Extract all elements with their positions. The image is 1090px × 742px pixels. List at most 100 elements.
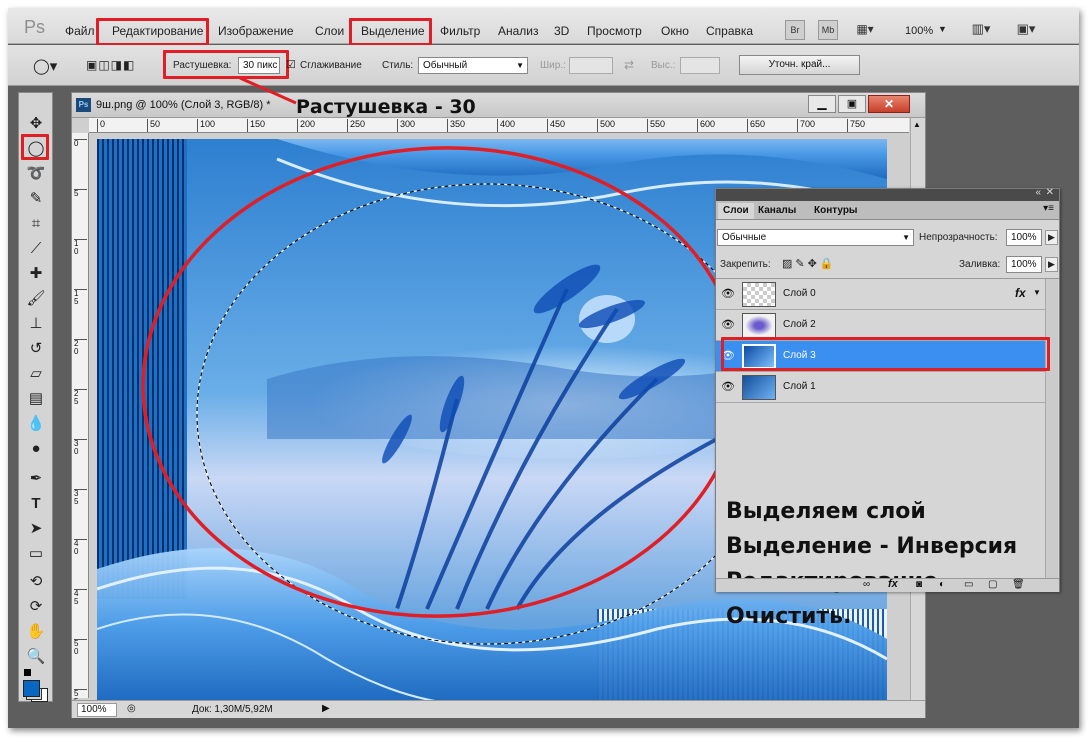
menu-image[interactable]: Изображение xyxy=(218,24,294,38)
fill-label: Заливка: xyxy=(959,259,1001,270)
status-doc-size: Док: 1,30M/5,92M xyxy=(192,704,273,715)
history-brush-tool-icon[interactable]: ↺ xyxy=(25,338,47,360)
gradient-tool-icon[interactable]: ▤ xyxy=(25,388,47,410)
new-layer-icon[interactable]: ▢ xyxy=(988,579,997,590)
path-selection-tool-icon[interactable]: ➤ xyxy=(25,518,47,540)
pen-tool-icon[interactable]: ✒ xyxy=(25,468,47,490)
photoshop-window: Ps Файл Редактирование Изображение Слои … xyxy=(8,8,1079,728)
add-mask-icon[interactable]: ◙ xyxy=(916,579,922,590)
status-menu-icon[interactable]: ▶ xyxy=(322,703,330,714)
screen-mode-icon[interactable]: ▣▾ xyxy=(1013,20,1039,40)
lasso-tool-icon[interactable]: ➰ xyxy=(25,163,47,185)
link-layers-icon[interactable]: ∞ xyxy=(863,579,870,590)
adjustment-layer-icon[interactable]: ◐ xyxy=(939,579,945,590)
layers-scrollbar[interactable] xyxy=(1045,279,1058,579)
antialias-checkbox[interactable]: ☑ xyxy=(286,58,296,71)
feather-label: Растушевка: xyxy=(173,60,232,71)
clone-stamp-tool-icon[interactable]: ⊥ xyxy=(25,313,47,335)
3d-rotate-tool-icon[interactable]: ⟲ xyxy=(25,571,47,593)
crop-tool-icon[interactable]: ⌗ xyxy=(25,213,47,235)
zoom-tool-icon[interactable]: 🔍 xyxy=(25,646,47,668)
bridge-button[interactable]: Br xyxy=(785,20,805,40)
menu-analysis[interactable]: Анализ xyxy=(498,24,539,38)
layers-list: 👁 Слой 0 fx ▼ 👁 Слой 2 👁 Слой 3 👁 Слой 1 xyxy=(716,278,1059,629)
panel-close-icon[interactable]: ✕ xyxy=(1046,187,1054,198)
blur-tool-icon[interactable]: 💧 xyxy=(25,413,47,435)
swap-dimensions-icon[interactable]: ⇄ xyxy=(624,58,634,72)
height-input[interactable] xyxy=(680,57,720,74)
refine-edge-button[interactable]: Уточн. край... xyxy=(739,55,860,75)
eye-icon[interactable]: 👁 xyxy=(720,380,736,394)
scroll-up-icon[interactable]: ▲ xyxy=(913,120,921,129)
opacity-arrow-icon[interactable]: ▶ xyxy=(1045,230,1058,245)
layer-row[interactable]: 👁 Слой 1 xyxy=(716,372,1045,403)
options-bar: ◯▾ ▣◫◨◧ Растушевка: 30 пикс ☑ Сглаживани… xyxy=(8,45,1079,86)
brush-tool-icon[interactable]: 🖌 xyxy=(25,288,47,310)
blend-mode-select[interactable]: Обычные ▼ xyxy=(717,229,914,246)
ruler-tick-label: 3 5 xyxy=(74,489,87,506)
eraser-tool-icon[interactable]: ▱ xyxy=(25,363,47,385)
foreground-color-swatch[interactable] xyxy=(23,680,40,697)
menu-file[interactable]: Файл xyxy=(65,24,95,38)
type-tool-icon[interactable]: T xyxy=(25,493,47,515)
menu-3d[interactable]: 3D xyxy=(554,24,569,38)
3d-orbit-tool-icon[interactable]: ⟳ xyxy=(25,596,47,618)
vertical-ruler: 051 01 52 02 53 03 54 04 55 05 5 xyxy=(72,133,89,706)
minibridge-button[interactable]: Mb xyxy=(818,20,838,40)
view-extras-icon[interactable]: ▦▾ xyxy=(851,20,879,40)
tab-paths[interactable]: Контуры xyxy=(814,205,857,216)
zoom-dropdown-icon[interactable]: ▼ xyxy=(938,24,947,34)
ruler-tick-label: 4 0 xyxy=(74,539,87,556)
style-label: Стиль: xyxy=(382,60,414,71)
minimize-button[interactable]: ▁ xyxy=(808,95,836,113)
delete-layer-icon[interactable]: 🗑 xyxy=(1012,579,1025,590)
panel-menu-icon[interactable]: ▾≡ xyxy=(1043,203,1054,214)
menu-view[interactable]: Просмотр xyxy=(587,24,642,38)
width-input[interactable] xyxy=(569,57,613,74)
style-value: Обычный xyxy=(423,60,468,71)
quick-selection-tool-icon[interactable]: ✎ xyxy=(25,188,47,210)
menu-layers[interactable]: Слои xyxy=(315,24,344,38)
fx-badge[interactable]: fx xyxy=(1015,286,1026,300)
move-tool-icon[interactable]: ✥ xyxy=(25,113,47,135)
style-select[interactable]: Обычный ▼ xyxy=(418,57,528,74)
layer-row[interactable]: 👁 Слой 0 fx ▼ xyxy=(716,279,1045,310)
dodge-tool-icon[interactable]: ● xyxy=(25,438,47,460)
collapse-panel-icon[interactable]: « xyxy=(1035,187,1041,198)
layer-thumbnail xyxy=(742,282,776,307)
rectangle-tool-icon[interactable]: ▭ xyxy=(25,543,47,565)
menu-bar: Ps Файл Редактирование Изображение Слои … xyxy=(8,8,1079,46)
healing-brush-tool-icon[interactable]: ✚ xyxy=(25,263,47,285)
new-group-icon[interactable]: ▭ xyxy=(964,579,973,590)
default-colors-icon[interactable] xyxy=(24,669,31,676)
menu-help[interactable]: Справка xyxy=(706,24,753,38)
ruler-tick-label: 750 xyxy=(847,119,865,132)
lock-label: Закрепить: xyxy=(720,259,771,270)
zoom-level[interactable]: 100% xyxy=(905,25,933,37)
maximize-button[interactable]: ▣ xyxy=(838,95,866,113)
fill-arrow-icon[interactable]: ▶ xyxy=(1045,257,1058,272)
eye-icon[interactable]: 👁 xyxy=(720,287,736,301)
ruler-tick-label: 300 xyxy=(397,119,415,132)
tab-layers[interactable]: Слои xyxy=(718,203,754,219)
menu-window[interactable]: Окно xyxy=(661,24,689,38)
expand-effects-icon[interactable]: ▼ xyxy=(1033,288,1041,297)
document-titlebar: Ps 9ш.png @ 100% (Слой 3, RGB/8) * ▁ ▣ ✕ xyxy=(72,93,925,118)
hand-tool-icon[interactable]: ✋ xyxy=(25,621,47,643)
add-style-button[interactable]: fx xyxy=(888,578,898,590)
fill-input[interactable]: 100% xyxy=(1006,256,1042,273)
feather-input[interactable]: 30 пикс xyxy=(238,57,280,74)
status-zoom[interactable]: 100% xyxy=(77,703,117,717)
antialias-label: Сглаживание xyxy=(300,60,362,71)
eyedropper-tool-icon[interactable]: ⟋ xyxy=(25,238,47,260)
close-button[interactable]: ✕ xyxy=(868,95,910,113)
eye-icon[interactable]: 👁 xyxy=(720,318,736,332)
menu-filter[interactable]: Фильтр xyxy=(440,24,480,38)
arrange-documents-icon[interactable]: ▥▾ xyxy=(968,20,994,40)
opacity-input[interactable]: 100% xyxy=(1006,229,1042,246)
status-nav-icon[interactable]: ◎ xyxy=(127,703,136,714)
selection-mode-icons[interactable]: ▣◫◨◧ xyxy=(86,58,135,72)
ellipse-marquee-preset-icon[interactable]: ◯▾ xyxy=(33,57,57,75)
lock-icons[interactable]: ▨✎✥🔒 xyxy=(782,257,837,270)
tab-channels[interactable]: Каналы xyxy=(758,205,796,216)
